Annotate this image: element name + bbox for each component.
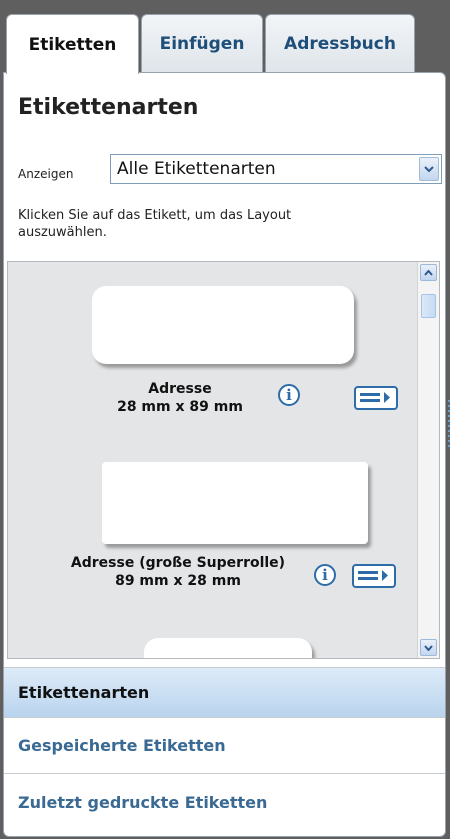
tab-einfuegen[interactable]: Einfügen	[141, 14, 263, 72]
print-arrow-icon[interactable]	[354, 386, 398, 410]
tab-adressbuch[interactable]: Adressbuch	[265, 14, 415, 72]
label-item-adresse[interactable]: Adresse 28 mm x 89 mm	[80, 380, 280, 416]
label-card-adresse[interactable]	[92, 286, 354, 364]
label-item-adresse-superrolle[interactable]: Adresse (große Superrolle) 89 mm x 28 mm	[48, 554, 308, 590]
label-list: Adresse 28 mm x 89 mm i Adresse (große S…	[7, 261, 440, 659]
label-size: 28 mm x 89 mm	[117, 399, 243, 415]
instruction-text: Klicken Sie auf das Etikett, um das Layo…	[18, 208, 292, 240]
arrow-up-icon[interactable]	[420, 264, 437, 281]
scroll-thumb[interactable]	[421, 294, 436, 318]
nav-gespeicherte-etiketten[interactable]: Gespeicherte Etiketten	[4, 717, 445, 773]
label-list-scrollbar[interactable]	[417, 262, 439, 658]
print-arrow-icon[interactable]	[352, 564, 396, 588]
info-icon[interactable]: i	[314, 564, 336, 586]
label-name: Adresse	[148, 381, 212, 397]
chevron-down-icon[interactable]	[419, 157, 439, 181]
nav-etikettenarten[interactable]: Etikettenarten	[4, 667, 445, 717]
filter-label: Anzeigen	[18, 167, 74, 181]
arrow-down-icon[interactable]	[420, 639, 437, 656]
label-card-partial[interactable]	[144, 638, 312, 658]
page-title: Etikettenarten	[18, 95, 199, 120]
label-card-adresse-superrolle[interactable]	[102, 462, 368, 544]
label-size: 89 mm x 28 mm	[115, 573, 241, 589]
info-icon[interactable]: i	[278, 384, 300, 406]
label-types-panel: Etikettenarten Anzeigen Alle Etikettenar…	[3, 72, 446, 837]
filter-value: Alle Etikettenarten	[117, 159, 276, 179]
label-type-filter-select[interactable]: Alle Etikettenarten	[110, 154, 442, 184]
label-name: Adresse (große Superrolle)	[70, 555, 286, 571]
tab-etiketten[interactable]: Etiketten	[6, 14, 139, 74]
nav-zuletzt-gedruckte-etiketten[interactable]: Zuletzt gedruckte Etiketten	[4, 773, 445, 831]
